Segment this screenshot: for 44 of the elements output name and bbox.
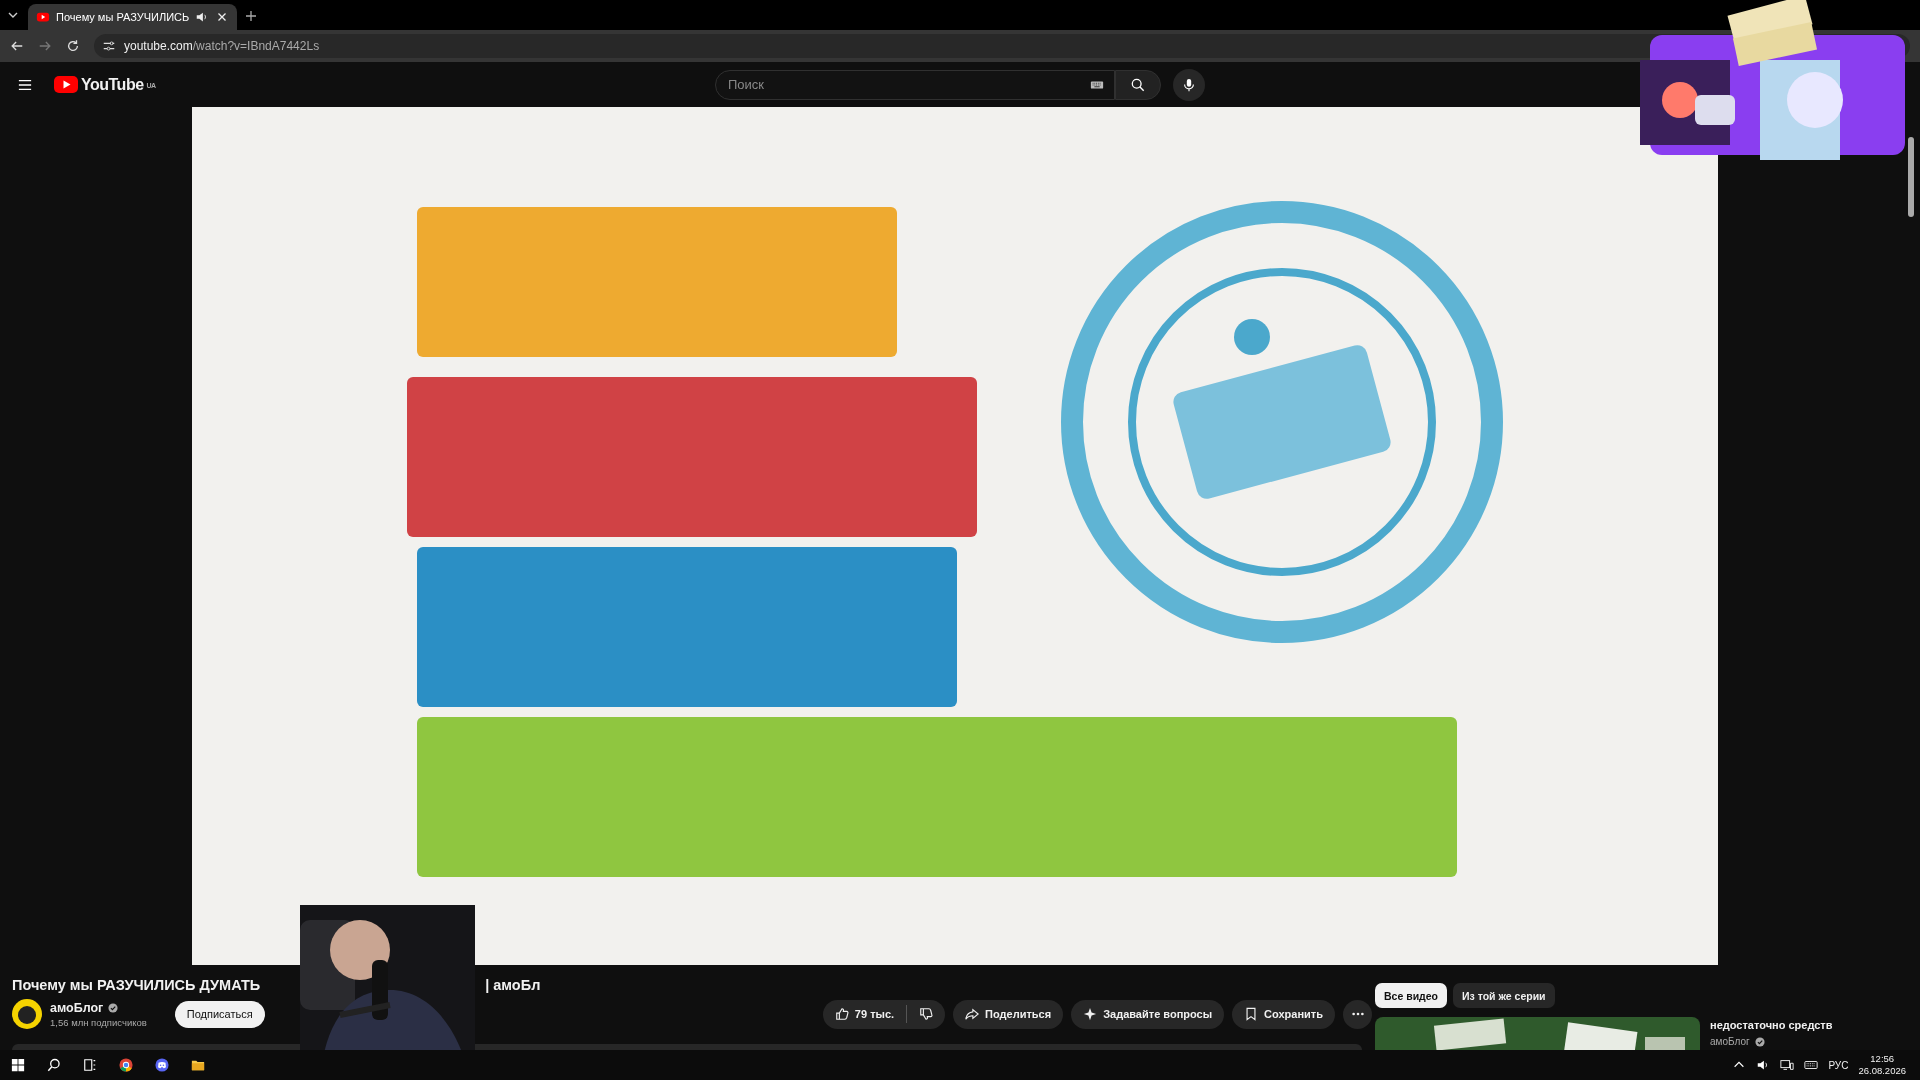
bookmark-icon [1244, 1007, 1259, 1021]
forward-icon[interactable] [38, 39, 52, 53]
channel-avatar[interactable] [12, 999, 42, 1029]
task-view-icon [83, 1058, 97, 1072]
browser-tab[interactable]: Почему мы РАЗУЧИЛИСЬ [28, 4, 238, 30]
folder-icon [191, 1058, 205, 1072]
clock[interactable]: 12:56 26.08.2026 [1858, 1053, 1906, 1077]
voice-search-button[interactable] [1173, 68, 1205, 101]
video-title[interactable]: недостаточно средств [1710, 1019, 1833, 1031]
microphone-icon [1182, 77, 1196, 92]
sparkle-icon [1083, 1007, 1098, 1021]
share-icon [965, 1007, 980, 1021]
thumbs-down-icon [919, 1007, 934, 1021]
video-title: | амоБл [485, 977, 541, 993]
thumbs-up-icon [834, 1007, 849, 1021]
search-button[interactable] [1115, 69, 1161, 100]
search-box[interactable]: Поиск [715, 69, 1115, 100]
filter-chip[interactable]: Из той же серии [1453, 983, 1555, 1008]
search-field[interactable]: Поиск [726, 76, 1090, 93]
search-icon [1131, 77, 1145, 92]
youtube-icon [36, 10, 50, 24]
scrollbar[interactable] [1908, 137, 1914, 217]
site-settings-icon[interactable] [102, 39, 116, 53]
like-button[interactable]: 79 тыс. [822, 999, 907, 1029]
filter-chip[interactable]: Все видео [1375, 983, 1447, 1008]
chrome-icon [119, 1058, 133, 1072]
reload-icon[interactable] [66, 39, 80, 53]
back-icon[interactable] [10, 39, 24, 53]
discord-icon [155, 1058, 169, 1072]
channel-name[interactable]: амоБлог [50, 1000, 104, 1015]
windows-icon [11, 1058, 25, 1072]
network-icon[interactable] [1780, 1058, 1795, 1072]
menu-icon[interactable] [18, 77, 32, 92]
channel-name[interactable]: амоБлог [1710, 1036, 1750, 1047]
ask-button[interactable]: Задавайте вопросы [1071, 999, 1225, 1029]
language-indicator[interactable]: РУС [1828, 1059, 1849, 1071]
save-button[interactable]: Сохранить [1232, 999, 1335, 1029]
subscribe-button[interactable]: Подписаться [174, 1000, 265, 1028]
new-tab-icon[interactable] [245, 10, 258, 22]
subscriber-count: 1,56 млн подписчиков [50, 1016, 147, 1028]
search-icon [47, 1058, 61, 1072]
video-title: Почему мы РАЗУЧИЛИСЬ ДУМАТЬ [12, 977, 261, 993]
keyboard-icon[interactable] [1804, 1058, 1819, 1072]
share-button[interactable]: Поделиться [953, 999, 1064, 1029]
